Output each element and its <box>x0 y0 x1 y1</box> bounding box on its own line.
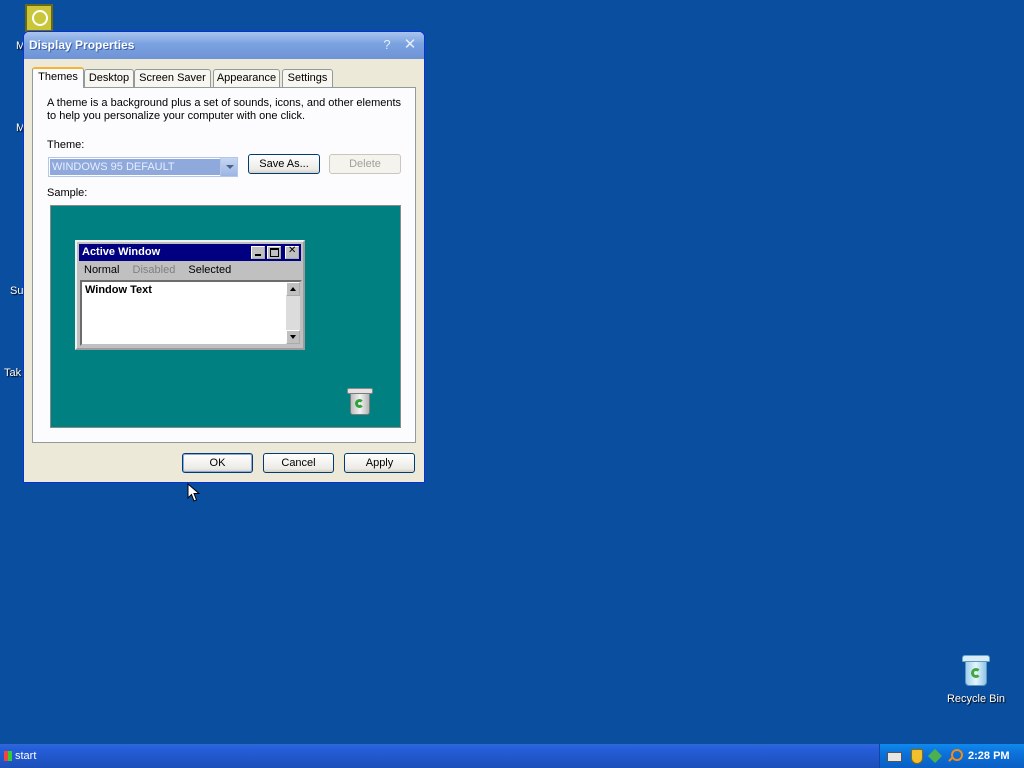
sample-window-text: Window Text <box>85 284 152 296</box>
keyboard-icon[interactable] <box>886 748 902 764</box>
sample-window-client: Window Text <box>80 280 302 346</box>
start-button[interactable]: start <box>0 744 42 768</box>
chevron-down-icon[interactable] <box>220 158 237 176</box>
scroll-up-icon <box>286 282 300 296</box>
tab-desktop[interactable]: Desktop <box>84 69 134 87</box>
desktop-recycle-bin[interactable]: Recycle Bin <box>944 655 1008 705</box>
minimize-icon <box>251 246 265 259</box>
desktop-icon-1[interactable] <box>25 4 53 32</box>
save-as-button[interactable]: Save As... <box>248 154 320 174</box>
network-icon[interactable] <box>927 748 943 764</box>
maximize-icon <box>267 246 281 259</box>
desktop-icon-label: Tak <box>4 367 22 379</box>
close-icon[interactable]: ✕ <box>402 37 418 53</box>
tab-appearance[interactable]: Appearance <box>213 69 280 87</box>
scroll-down-icon <box>286 330 300 344</box>
sample-label: Sample: <box>47 187 88 199</box>
sample-menu-selected: Selected <box>188 264 232 276</box>
themes-panel: A theme is a background plus a set of so… <box>32 87 416 443</box>
sample-active-window: Active Window Normal Disabled Selected W… <box>75 240 305 350</box>
theme-sample-preview: Active Window Normal Disabled Selected W… <box>50 205 401 428</box>
help-icon[interactable]: ? <box>379 37 395 53</box>
recycle-bin-icon <box>961 655 991 687</box>
dialog-title: Display Properties <box>29 38 135 52</box>
tab-screen-saver[interactable]: Screen Saver <box>134 69 211 87</box>
apply-button[interactable]: Apply <box>344 453 415 473</box>
taskbar: start 2:28 PM <box>0 744 1024 768</box>
desktop-icon-label: Su <box>10 285 24 297</box>
windows-logo-icon <box>4 751 12 762</box>
theme-label: Theme: <box>47 139 85 151</box>
delete-button[interactable]: Delete <box>329 154 401 174</box>
cancel-button[interactable]: Cancel <box>263 453 334 473</box>
search-icon[interactable] <box>946 748 963 764</box>
sample-menu-normal: Normal <box>84 264 120 276</box>
sample-menu-disabled: Disabled <box>132 264 176 276</box>
theme-dropdown-value: WINDOWS 95 DEFAULT <box>50 159 220 175</box>
system-tray: 2:28 PM <box>879 744 1024 768</box>
sample-window-titlebar: Active Window <box>79 244 301 261</box>
dialog-titlebar[interactable]: Display Properties ? ✕ <box>24 32 424 59</box>
recycle-bin-label: Recycle Bin <box>946 693 1006 705</box>
themes-description: A theme is a background plus a set of so… <box>47 97 402 122</box>
sample-window-title: Active Window <box>82 246 161 258</box>
sample-menu-bar: Normal Disabled Selected <box>84 264 241 276</box>
taskbar-clock[interactable]: 2:28 PM <box>968 744 1010 768</box>
theme-dropdown[interactable]: WINDOWS 95 DEFAULT <box>48 157 238 177</box>
start-label: start <box>15 750 37 762</box>
sample-scrollbar <box>286 282 300 344</box>
recycle-bin-icon <box>347 388 373 416</box>
close-icon <box>285 245 299 259</box>
security-shield-icon[interactable] <box>908 748 924 764</box>
display-properties-dialog: Display Properties ? ✕ Themes Desktop Sc… <box>23 31 425 483</box>
ok-button[interactable]: OK <box>182 453 253 473</box>
tab-themes[interactable]: Themes <box>32 67 84 88</box>
tab-settings[interactable]: Settings <box>282 69 333 87</box>
